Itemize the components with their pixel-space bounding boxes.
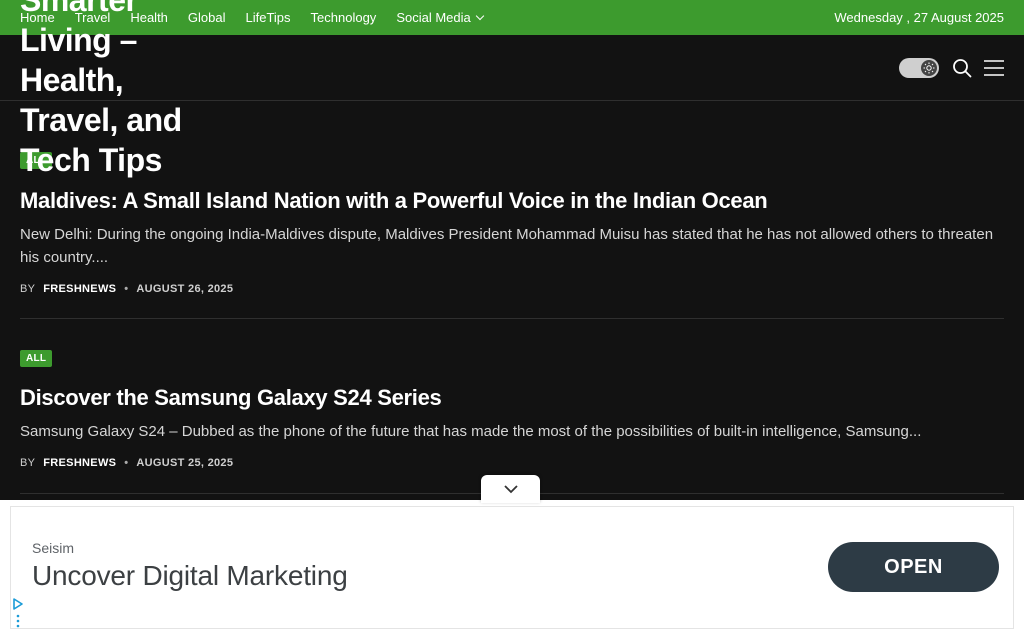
nav-item-lifetips[interactable]: LifeTips (245, 10, 290, 25)
article-meta: BY FRESHNEWS • AUGUST 26, 2025 (20, 283, 1004, 295)
chevron-down-icon (503, 485, 518, 494)
article-date: AUGUST 26, 2025 (136, 283, 234, 295)
anchor-ad: Seisim Uncover Digital Marketing OPEN (0, 500, 1024, 629)
adchoices-icon[interactable] (12, 598, 24, 610)
nav-item-social-media[interactable]: Social Media (396, 10, 484, 25)
article-title[interactable]: Maldives: A Small Island Nation with a P… (20, 187, 1004, 215)
nav-label: LifeTips (245, 10, 291, 25)
meta-separator: • (124, 283, 129, 295)
nav-label: Social Media (396, 10, 471, 25)
ad-open-button[interactable]: OPEN (828, 542, 999, 592)
article-title[interactable]: Discover the Samsung Galaxy S24 Series (20, 384, 1004, 412)
article-card: ALL Discover the Samsung Galaxy S24 Seri… (20, 348, 1004, 469)
article-meta: BY FRESHNEWS • AUGUST 25, 2025 (20, 457, 1004, 469)
ad-advertiser: Seisim (32, 540, 75, 556)
category-badge[interactable]: ALL (20, 350, 53, 367)
divider (20, 318, 1004, 319)
author-link[interactable]: FRESHNEWS (43, 457, 116, 469)
nav-item-technology[interactable]: Technology (311, 10, 377, 25)
article-excerpt: Samsung Galaxy S24 – Dubbed as the phone… (20, 423, 922, 440)
menu-icon[interactable] (984, 59, 1004, 77)
ad-headline[interactable]: Uncover Digital Marketing (32, 560, 348, 592)
ad-collapse-button[interactable] (481, 475, 540, 503)
article-excerpt: New Delhi: During the ongoing India-Mald… (20, 226, 994, 266)
chevron-down-icon (475, 11, 484, 20)
author-link[interactable]: FRESHNEWS (43, 283, 116, 295)
site-title[interactable]: Smarter Living – Health, Travel, and Tec… (20, 0, 220, 180)
nav-label: Technology (310, 10, 377, 25)
more-options-icon[interactable] (16, 614, 20, 628)
meta-separator: • (124, 457, 129, 469)
by-label: BY (20, 457, 36, 469)
search-icon[interactable] (952, 58, 972, 78)
theme-toggle[interactable] (899, 58, 939, 78)
article-date: AUGUST 25, 2025 (136, 457, 234, 469)
by-label: BY (20, 283, 36, 295)
theme-toggle-icon (921, 60, 937, 76)
current-date: Wednesday , 27 August 2025 (834, 10, 1004, 25)
